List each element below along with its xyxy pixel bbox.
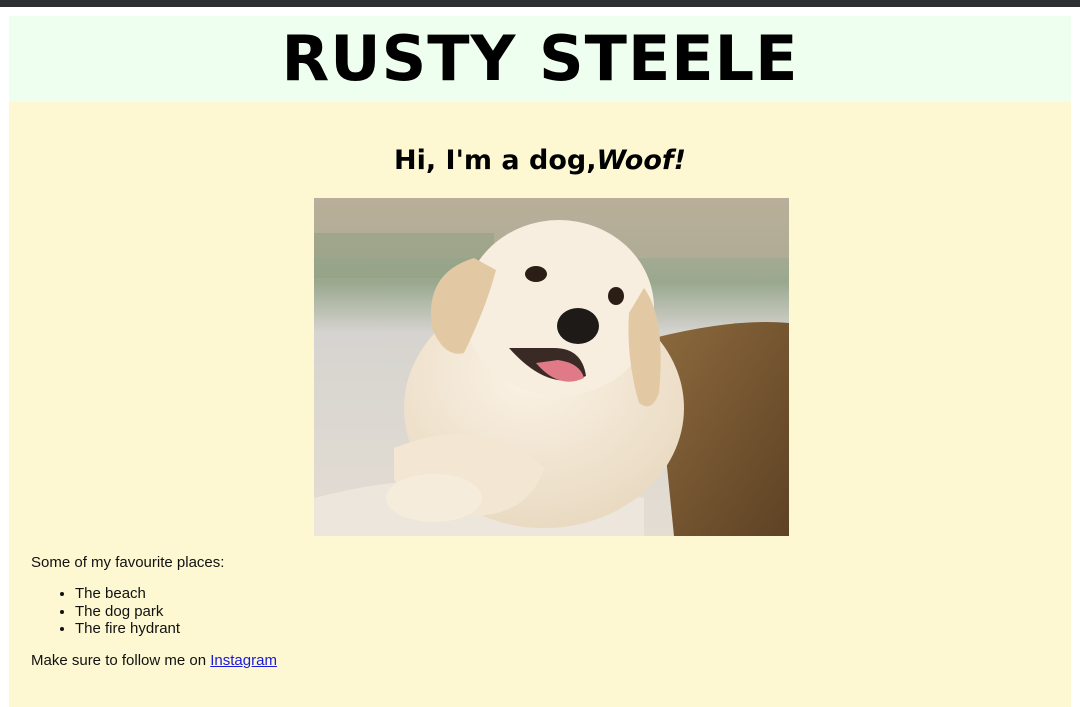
list-item: The fire hydrant	[75, 620, 180, 638]
site-header: RUSTY STEELE	[9, 16, 1071, 102]
list-item: The dog park	[75, 603, 180, 621]
list-item: The beach	[75, 585, 180, 603]
places-list: The beach The dog park The fire hydrant	[31, 585, 180, 638]
site-title: RUSTY STEELE	[281, 22, 799, 95]
browser-top-bar	[0, 0, 1080, 7]
places-intro: Some of my favourite places:	[31, 554, 225, 571]
puppy-photo	[314, 198, 789, 536]
instagram-link[interactable]: Instagram	[210, 652, 277, 669]
greeting-heading: Hi, I'm a dog,Woof!	[9, 144, 1071, 178]
follow-label: Make sure to follow me on	[31, 652, 211, 669]
main-content: Hi, I'm a dog,Woof! Some of my favourite…	[9, 102, 1071, 707]
greeting-emphasis: Woof!	[596, 145, 686, 176]
greeting-text: Hi, I'm a dog,	[394, 145, 597, 176]
follow-text: Make sure to follow me on Instagram	[31, 652, 277, 670]
